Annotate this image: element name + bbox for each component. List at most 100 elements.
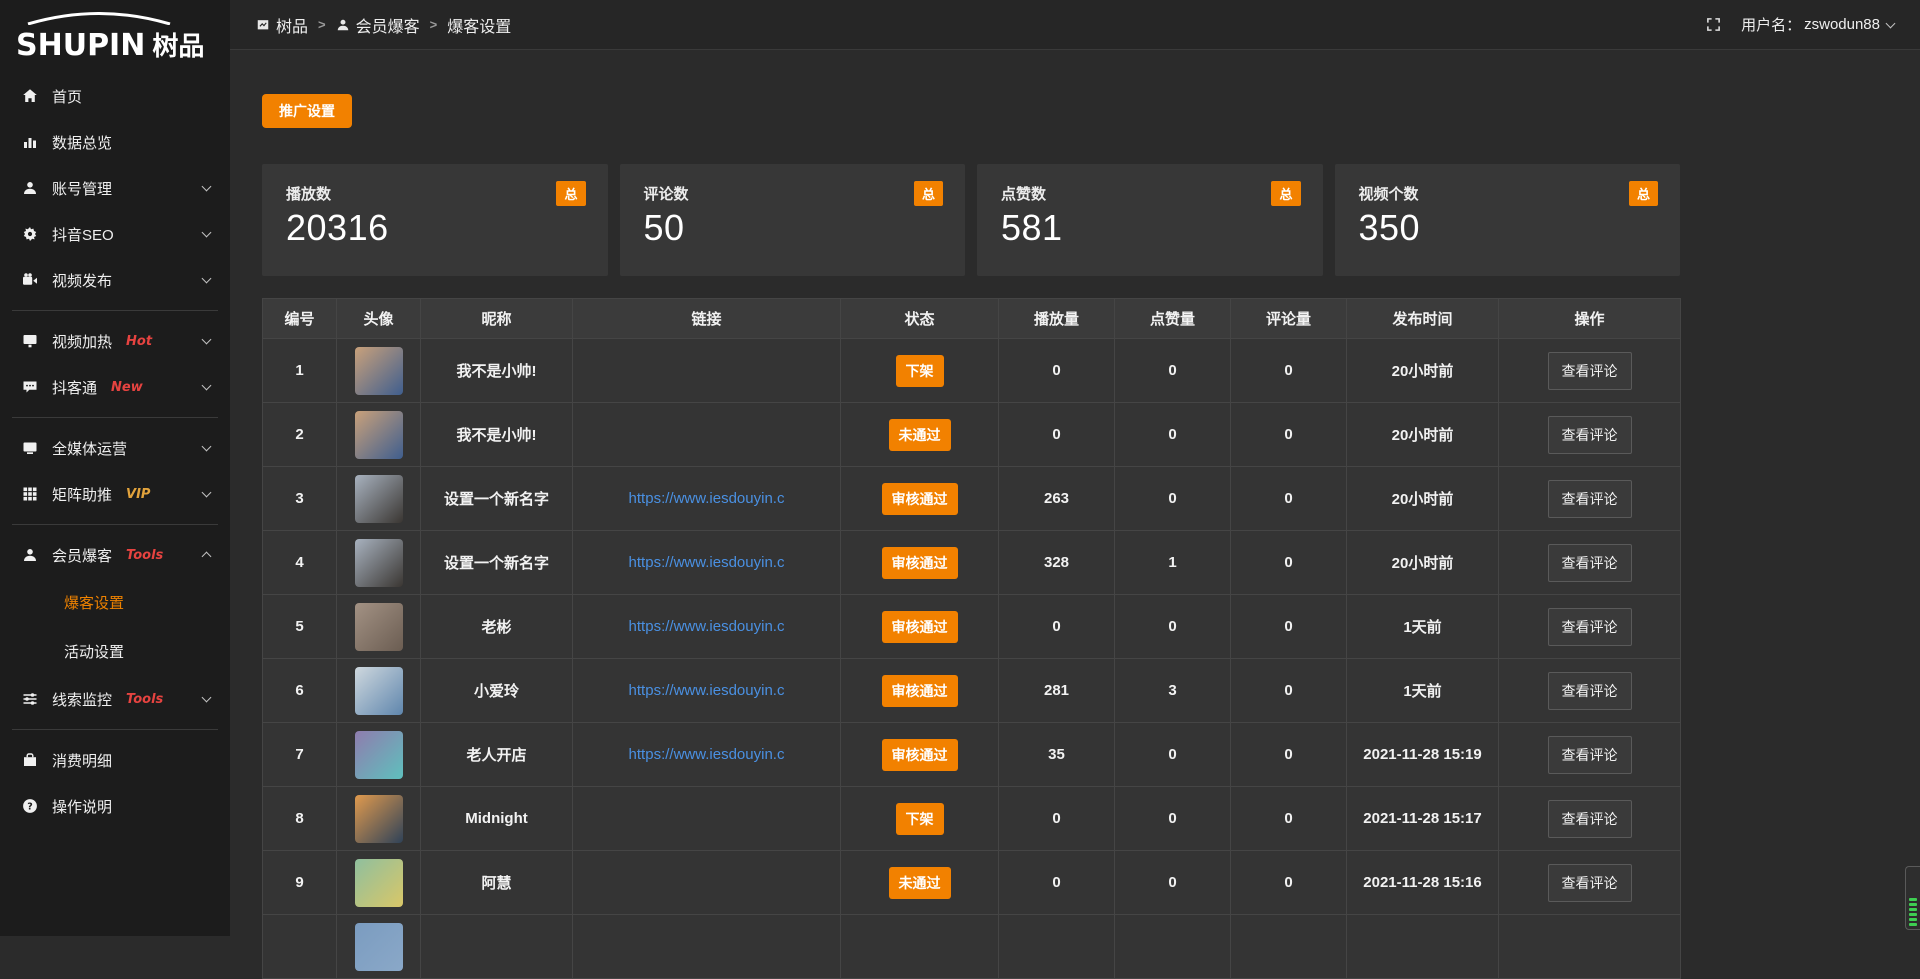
breadcrumb-item-会员爆客[interactable]: 会员爆客 [336,13,420,37]
view-comments-button[interactable]: 查看评论 [1548,480,1632,518]
sidebar-subitem-爆客设置[interactable]: 爆客设置 [0,578,230,627]
cell-comments: 0 [1231,595,1347,659]
video-link[interactable]: https://www.iesdouyin.c [629,554,785,571]
sidebar-item-账号管理[interactable]: 账号管理 [0,165,230,211]
sidebar-item-视频发布[interactable]: 视频发布 [0,257,230,303]
cell-number: 7 [263,723,337,787]
cell-likes: 1 [1115,531,1231,595]
cell-time: 20小时前 [1347,339,1499,403]
gear-icon [20,226,39,243]
cell-status: 未通过 [841,403,999,467]
sidebar-item-全媒体运营[interactable]: 全媒体运营 [0,425,230,471]
cell-nickname: 阿慧 [421,851,573,915]
fullscreen-icon[interactable] [1706,17,1721,32]
cell-comments: 0 [1231,403,1347,467]
cell-plays: 0 [999,339,1115,403]
logo-arc [20,12,178,25]
cell-link: https://www.iesdouyin.c [573,595,841,659]
cell-comments: 0 [1231,467,1347,531]
sidebar-item-抖客通[interactable]: 抖客通New [0,364,230,410]
status-badge: 未通过 [889,867,951,899]
table-header-cell-评论量: 评论量 [1231,299,1347,339]
cell-avatar [337,467,421,531]
breadcrumb-item-爆客设置: 爆客设置 [447,13,511,37]
cell-link: https://www.iesdouyin.c [573,467,841,531]
video-link[interactable]: https://www.iesdouyin.c [629,682,785,699]
breadcrumb-label: 爆客设置 [447,13,511,37]
view-comments-button[interactable]: 查看评论 [1548,416,1632,454]
app-logo[interactable]: SHUPIN树品 [0,0,230,67]
sidebar-item-线索监控[interactable]: 线索监控Tools [0,676,230,722]
cell-avatar [337,659,421,723]
view-comments-button[interactable]: 查看评论 [1548,800,1632,838]
stat-card-评论数: 评论数50总 [620,164,966,276]
topbar: 树品>会员爆客>爆客设置 用户名：zswodun88 [230,0,1920,50]
user-label: 用户名： [1741,14,1801,35]
sidebar-item-tag: New [111,380,143,395]
cell-comments: 0 [1231,787,1347,851]
view-comments-button[interactable]: 查看评论 [1548,672,1632,710]
cell-link: https://www.iesdouyin.c [573,531,841,595]
promo-settings-button[interactable]: 推广设置 [262,94,352,128]
cell-comments: 0 [1231,339,1347,403]
status-badge: 审核通过 [882,675,958,707]
cell-action [1499,915,1681,979]
status-badge: 审核通过 [882,739,958,771]
user-menu[interactable]: 用户名：zswodun88 [1741,14,1894,35]
floating-status-widget[interactable] [1905,866,1920,930]
sidebar-item-抖音SEO[interactable]: 抖音SEO [0,211,230,257]
view-comments-button[interactable]: 查看评论 [1548,544,1632,582]
sidebar-item-会员爆客[interactable]: 会员爆客Tools [0,532,230,578]
cell-time: 1天前 [1347,659,1499,723]
table-header-cell-头像: 头像 [337,299,421,339]
view-comments-button[interactable]: 查看评论 [1548,864,1632,902]
avatar [355,795,403,843]
screen-icon [256,18,270,32]
table-header-cell-编号: 编号 [263,299,337,339]
chevron-down-icon [203,385,210,389]
view-comments-button[interactable]: 查看评论 [1548,352,1632,390]
sidebar-divider [12,729,218,730]
table-header-cell-链接: 链接 [573,299,841,339]
video-link[interactable]: https://www.iesdouyin.c [629,618,785,635]
sidebar-item-label: 视频发布 [52,270,112,291]
cell-number: 8 [263,787,337,851]
cell-likes: 0 [1115,787,1231,851]
sidebar-item-label: 抖音SEO [52,224,114,245]
cell-plays: 0 [999,595,1115,659]
cell-number: 3 [263,467,337,531]
stat-value: 581 [1001,207,1299,249]
chevron-down-icon [203,339,210,343]
video-link[interactable]: https://www.iesdouyin.c [629,746,785,763]
breadcrumb-item-树品[interactable]: 树品 [256,13,308,37]
cell-plays: 0 [999,851,1115,915]
sidebar-subitem-活动设置[interactable]: 活动设置 [0,627,230,676]
sidebar-item-首页[interactable]: 首页 [0,73,230,119]
cell-link [573,787,841,851]
sidebar-item-消费明细[interactable]: 消费明细 [0,737,230,783]
chevron-down-icon [203,278,210,282]
cell-plays: 281 [999,659,1115,723]
video-link[interactable]: https://www.iesdouyin.c [629,490,785,507]
cell-likes: 0 [1115,339,1231,403]
stat-value: 50 [644,207,942,249]
cell-number: 9 [263,851,337,915]
table-row [263,915,1681,979]
table-row: 6小爱玲https://www.iesdouyin.c审核通过281301天前查… [263,659,1681,723]
view-comments-button[interactable]: 查看评论 [1548,608,1632,646]
sidebar-item-label: 消费明细 [52,750,112,771]
cell-status: 下架 [841,787,999,851]
sidebar-item-视频加热[interactable]: 视频加热Hot [0,318,230,364]
stat-card-播放数: 播放数20316总 [262,164,608,276]
sidebar: SHUPIN树品 首页数据总览账号管理抖音SEO 视频发布视频加热Hot抖客通Ne… [0,0,230,936]
sidebar-item-操作说明[interactable]: ?操作说明 [0,783,230,829]
logo-suffix: 树品 [152,31,204,61]
total-badge: 总 [1271,181,1300,206]
sidebar-item-矩阵助推[interactable]: 矩阵助推VIP [0,471,230,517]
main-content: 推广设置 播放数20316总评论数50总点赞数581总视频个数350总 编号头像… [230,51,1920,936]
avatar [355,859,403,907]
cell-avatar [337,595,421,659]
table-row: 3设置一个新名字https://www.iesdouyin.c审核通过26300… [263,467,1681,531]
sidebar-item-数据总览[interactable]: 数据总览 [0,119,230,165]
view-comments-button[interactable]: 查看评论 [1548,736,1632,774]
